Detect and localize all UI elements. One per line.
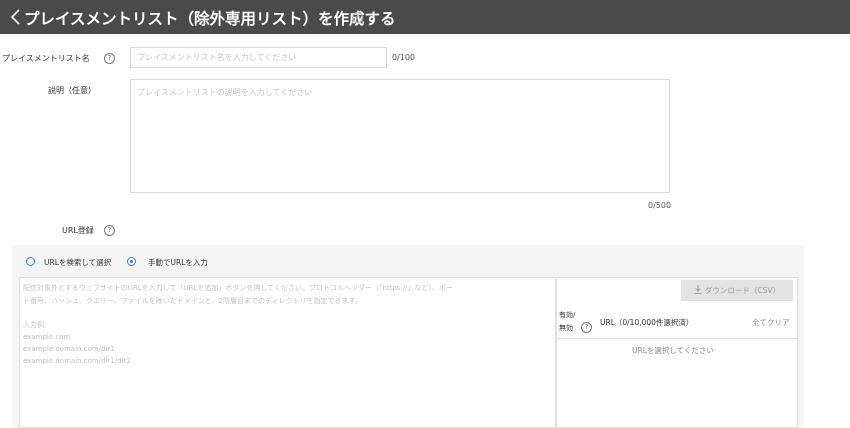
radio-search-label[interactable]: URLを検索して選択 <box>44 257 111 268</box>
page-title: プレイスメントリスト（除外専用リスト）を作成する <box>24 10 396 28</box>
header-bar: プレイスメントリスト（除外専用リスト）を作成する ? <box>0 0 850 34</box>
description-textarea[interactable]: プレイスメントリストの説明を入力してください <box>130 79 670 193</box>
description-char-counter: 0/500 <box>648 201 672 210</box>
url-registration-label: URL登録 <box>62 226 94 235</box>
download-icon <box>694 285 702 294</box>
back-chevron-icon[interactable] <box>8 8 24 26</box>
description-label: 説明（任意） <box>48 86 96 95</box>
status-column-header: 無効 <box>559 324 573 332</box>
hint-text: ト番号、ハッシュ、クエリー、ファイルを除いたドメインと、2階層目までのディレクト… <box>23 297 362 305</box>
help-icon[interactable]: ? <box>104 225 115 236</box>
download-csv-label: ダウンロード（CSV） <box>704 286 781 295</box>
radio-manual-label[interactable]: 手動でURLを入力 <box>148 257 208 268</box>
example-line: example.domain.com/dir1 <box>23 345 115 353</box>
radio-manual-input[interactable] <box>127 257 136 266</box>
url-column-header: URL（0/10,000件選択済） <box>600 318 694 327</box>
clear-all-link[interactable]: 全てクリア <box>752 317 790 328</box>
example-title: 入力例： <box>23 321 51 329</box>
status-column-header: 有効/ <box>559 311 576 319</box>
hint-text: 配信対象外とするウェブサイトのURLを入力して「URLを追加」ボタンを押してくだ… <box>23 284 454 292</box>
radio-search-urls[interactable] <box>26 257 35 266</box>
example-line: example.domain.com/dir1/dir2 <box>23 357 131 365</box>
help-icon[interactable]: ? <box>352 12 363 23</box>
placement-name-label: プレイスメントリスト名 <box>2 54 90 63</box>
help-icon[interactable]: ? <box>104 53 115 64</box>
name-char-counter: 0/100 <box>392 53 416 62</box>
download-csv-button[interactable]: ダウンロード（CSV） <box>681 280 793 301</box>
help-icon[interactable]: ? <box>581 322 592 333</box>
example-line: example.com <box>23 333 71 341</box>
placement-name-input[interactable]: プレイスメントリスト名を入力してください <box>130 47 387 68</box>
divider <box>557 338 797 339</box>
empty-selection-message: URLを選択してください <box>632 346 714 355</box>
